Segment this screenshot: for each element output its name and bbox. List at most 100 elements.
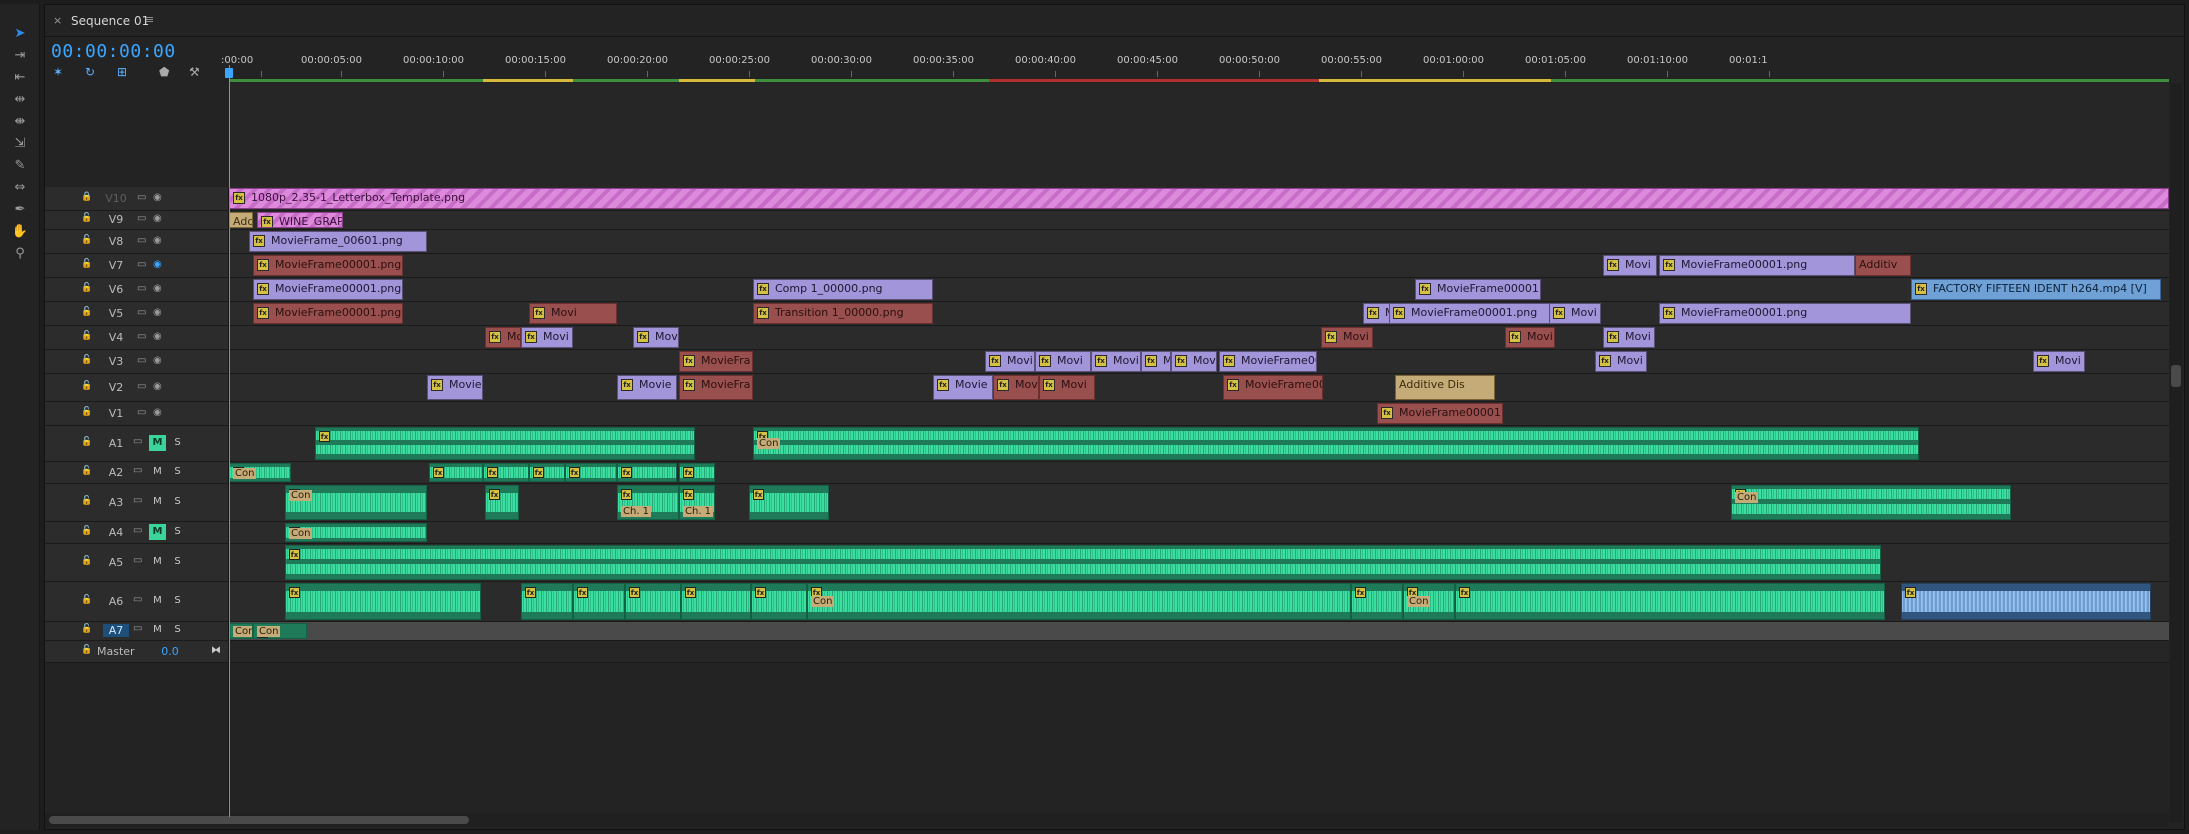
video-clip[interactable]: fx MovieFrame00 xyxy=(1171,351,1217,372)
unlock-icon[interactable]: 🔓 xyxy=(81,407,92,417)
toggle-sync-lock-icon[interactable]: ▭ xyxy=(137,407,146,418)
toggle-sync-lock-icon[interactable]: ▭ xyxy=(137,235,146,246)
video-clip[interactable]: fx Movie xyxy=(617,375,677,400)
unlock-icon[interactable]: 🔓 xyxy=(81,645,92,655)
video-clip[interactable]: fx Movi xyxy=(1505,327,1555,348)
slip-tool-icon[interactable]: ✎ xyxy=(10,156,30,174)
video-clip[interactable]: fx Movi xyxy=(1549,303,1601,324)
vertical-scrollbar[interactable] xyxy=(2170,83,2182,823)
audio-clip[interactable]: fx xyxy=(565,463,617,482)
audio-clip[interactable]: fx xyxy=(681,583,751,620)
toggle-sync-lock-icon[interactable]: ▭ xyxy=(133,525,142,536)
video-clip[interactable]: fx Movi xyxy=(633,327,679,348)
video-clip[interactable]: Additive Dis xyxy=(1395,375,1495,400)
sequence-tab-title[interactable]: Sequence 01 xyxy=(71,14,149,28)
solo-button[interactable]: S xyxy=(169,494,186,510)
track-name[interactable]: A6 xyxy=(103,595,129,608)
audio-clip[interactable]: fx xyxy=(521,583,573,620)
unlock-icon[interactable]: 🔓 xyxy=(81,437,92,447)
video-clip[interactable]: fx MovieFrame00001.png xyxy=(253,279,403,300)
track-name[interactable]: A2 xyxy=(103,466,129,479)
audio-clip[interactable]: fx xyxy=(285,545,1881,580)
eye-icon[interactable]: ◉ xyxy=(153,307,162,318)
toggle-sync-lock-icon[interactable]: ▭ xyxy=(137,355,146,366)
video-clip[interactable]: fx MovieFrame00001.png xyxy=(253,303,403,324)
mute-button[interactable]: M xyxy=(149,435,166,451)
video-clip[interactable]: fx MovieFrame00001.png xyxy=(1415,279,1541,300)
rate-stretch-tool-icon[interactable]: ⇼ xyxy=(10,112,30,130)
toggle-sync-lock-icon[interactable]: ▭ xyxy=(133,495,142,506)
track-name[interactable]: A7 xyxy=(103,624,129,637)
solo-button[interactable]: S xyxy=(169,524,186,540)
mute-button[interactable]: M xyxy=(149,593,166,609)
solo-button[interactable]: S xyxy=(169,593,186,609)
video-clip[interactable]: fx Movi xyxy=(485,327,521,348)
eye-icon[interactable]: ◉ xyxy=(153,192,162,203)
track-name[interactable]: A3 xyxy=(103,496,129,509)
solo-button[interactable]: S xyxy=(169,622,186,638)
solo-button[interactable]: S xyxy=(169,554,186,570)
toggle-sync-lock-icon[interactable]: ▭ xyxy=(133,594,142,605)
unlock-icon[interactable]: 🔓 xyxy=(81,624,92,634)
hand-tool-icon[interactable]: ✋ xyxy=(10,222,30,240)
eye-icon[interactable]: ◉ xyxy=(153,235,162,246)
toggle-sync-lock-icon[interactable]: ▭ xyxy=(137,307,146,318)
audio-clip[interactable]: fx xyxy=(1455,583,1885,620)
audio-clip[interactable]: fxCon xyxy=(807,583,1351,620)
audio-clip[interactable]: fx xyxy=(529,463,565,482)
vertical-scroll-thumb[interactable] xyxy=(2171,365,2181,387)
toggle-sync-lock-icon[interactable]: ▭ xyxy=(137,192,146,203)
video-clip[interactable]: fx MovieFrame00001.png xyxy=(1377,403,1503,424)
mute-button[interactable]: M xyxy=(149,622,166,638)
audio-clip[interactable]: fx xyxy=(1901,583,2151,620)
toggle-sync-lock-icon[interactable]: ▭ xyxy=(133,623,142,634)
video-clip[interactable]: fx MovieFrame00001.png xyxy=(1659,303,1911,324)
audio-clip[interactable]: fx xyxy=(483,463,529,482)
slide-tool-icon[interactable]: ⇔ xyxy=(10,178,30,196)
marker-icon[interactable]: ⬟ xyxy=(159,65,169,79)
video-clip[interactable]: fx Movi xyxy=(529,303,617,324)
audio-clip[interactable]: Con xyxy=(229,623,253,639)
video-clip[interactable]: fx MovieFrame00001.png xyxy=(1659,255,1855,276)
eye-icon[interactable]: ◉ xyxy=(153,355,162,366)
video-clip[interactable]: fx Movi xyxy=(1603,255,1657,276)
audio-clip[interactable]: fx xyxy=(625,583,681,620)
video-clip[interactable]: fx Mo xyxy=(1141,351,1171,372)
toggle-sync-lock-icon[interactable]: ▭ xyxy=(133,555,142,566)
audio-clip[interactable]: fx xyxy=(573,583,625,620)
solo-button[interactable]: S xyxy=(169,435,186,451)
eye-icon[interactable]: ◉ xyxy=(153,331,162,342)
close-tab-icon[interactable]: × xyxy=(53,14,62,27)
video-clip[interactable]: fx WINE_GRAP xyxy=(257,212,343,228)
audio-clip[interactable]: fx xyxy=(285,583,481,620)
eye-icon[interactable]: ◉ xyxy=(153,259,162,270)
mute-button[interactable]: M xyxy=(149,464,166,480)
audio-clip[interactable]: fxCon xyxy=(285,523,427,542)
video-clip[interactable]: fx MovieFra xyxy=(679,351,753,372)
video-clip[interactable]: fx Movie xyxy=(933,375,993,400)
video-clip[interactable]: fx MovieFrame_00601.png xyxy=(249,231,427,252)
unlock-icon[interactable]: 🔓 xyxy=(81,235,92,245)
wrench-icon[interactable]: ⚒ xyxy=(189,65,200,79)
video-clip[interactable]: fx MovieFrame00 xyxy=(1219,351,1317,372)
playhead-line[interactable] xyxy=(229,65,230,817)
audio-clip[interactable]: fx xyxy=(1351,583,1403,620)
unlock-icon[interactable]: 🔓 xyxy=(81,355,92,365)
unlock-icon[interactable]: 🔓 xyxy=(81,556,92,566)
video-clip[interactable]: fx Movi xyxy=(1603,327,1655,348)
toggle-sync-lock-icon[interactable]: ▭ xyxy=(137,213,146,224)
add-marker-icon[interactable]: ⊞ xyxy=(117,65,127,79)
audio-clip[interactable]: fx xyxy=(429,463,483,482)
video-clip[interactable]: fx Transition 1_00000.png xyxy=(753,303,933,324)
eye-icon[interactable]: ◉ xyxy=(153,381,162,392)
unlock-icon[interactable]: 🔓 xyxy=(81,526,92,536)
mute-button[interactable]: M xyxy=(149,554,166,570)
track-select-tool-icon[interactable]: ⇥ xyxy=(10,46,30,64)
video-clip[interactable]: fx Movi xyxy=(993,375,1039,400)
video-clip[interactable]: Additiv xyxy=(1855,255,1911,276)
video-clip[interactable]: fx MovieFrame00001.png xyxy=(1389,303,1555,324)
rolling-edit-tool-icon[interactable]: ⇹ xyxy=(10,90,30,108)
video-clip[interactable]: fx Comp 1_00000.png xyxy=(753,279,933,300)
unlock-icon[interactable]: 🔓 xyxy=(81,259,92,269)
video-clip[interactable]: fx MovieFrame00001.png xyxy=(253,255,403,276)
